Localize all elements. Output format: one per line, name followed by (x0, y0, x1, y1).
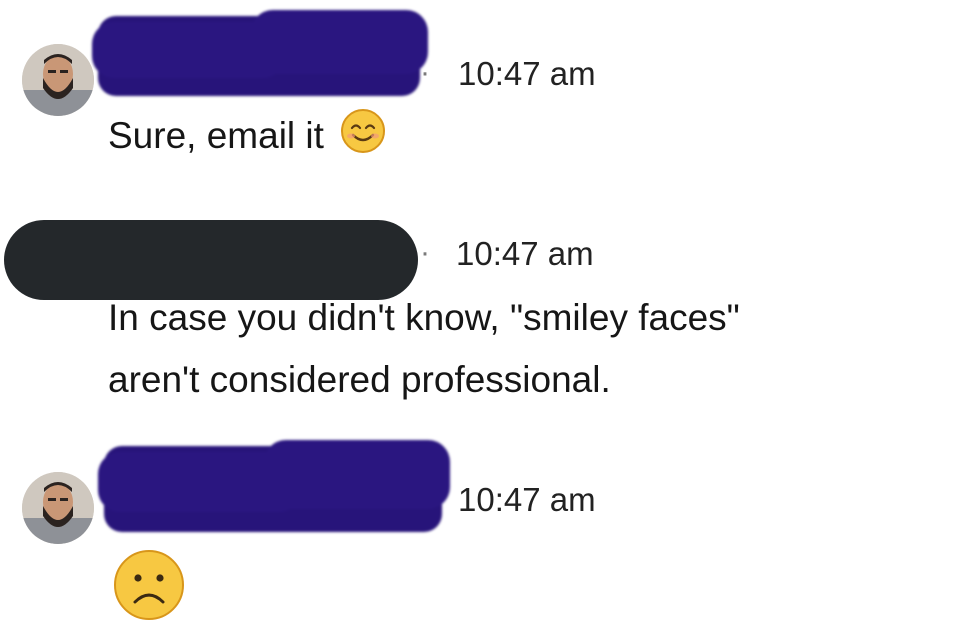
message-text: Sure, email it (108, 108, 386, 168)
timestamp: 10:47 am (456, 235, 594, 272)
avatar-photo (22, 44, 94, 116)
message-2: · 10:47 am In case you didn't know, "smi… (0, 200, 960, 420)
sender-name-redacted (98, 440, 450, 532)
message-text-line: aren't considered professional. (108, 359, 611, 400)
avatar[interactable] (22, 44, 94, 116)
timestamp: 10:47 am (458, 55, 596, 92)
sender-name-redacted (4, 220, 418, 300)
frowning-face-icon (112, 548, 186, 627)
message-text: In case you didn't know, "smiley faces" … (108, 292, 740, 406)
avatar[interactable] (22, 472, 94, 544)
message-text-line: Sure, email it (108, 114, 324, 156)
message-1: · 10:47 am Sure, email it (0, 0, 960, 190)
timestamp: 10:47 am (458, 481, 596, 518)
smiling-face-icon (340, 108, 386, 168)
separator-dot: · (420, 56, 430, 89)
separator-dot: · (420, 236, 430, 269)
message-text-line: In case you didn't know, "smiley faces" (108, 297, 740, 338)
avatar-photo (22, 472, 94, 544)
message-3: 10:47 am (0, 430, 960, 637)
sender-name-redacted (92, 10, 428, 96)
